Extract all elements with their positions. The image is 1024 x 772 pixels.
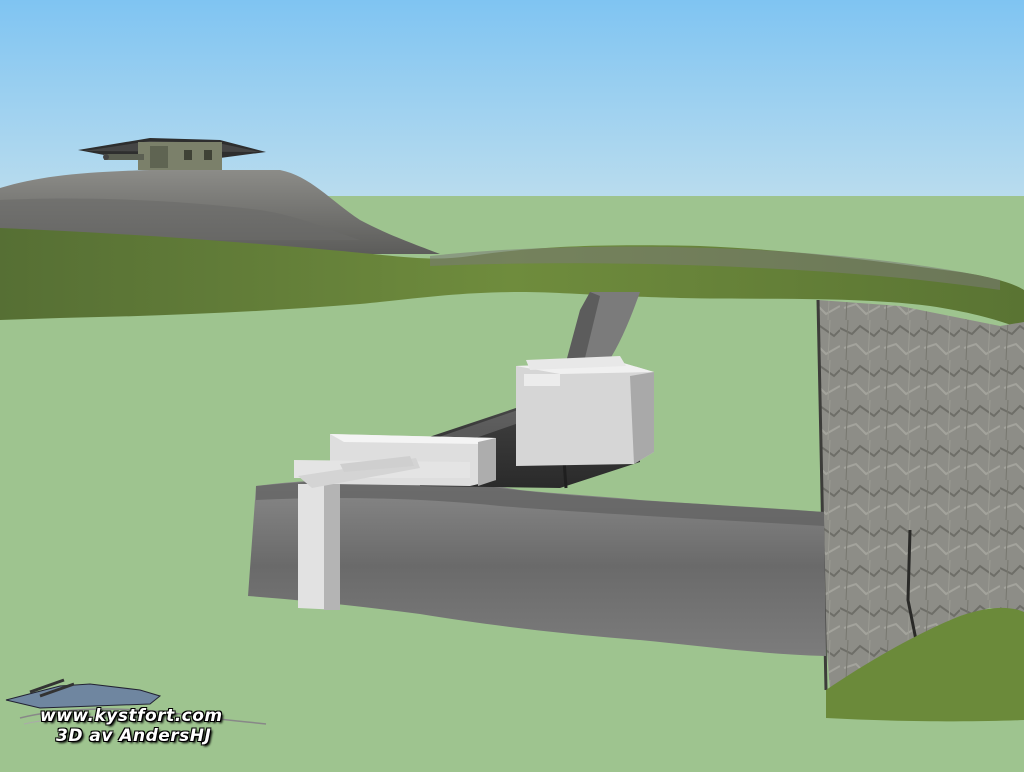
concrete-collar-upper — [516, 356, 654, 466]
watermark-credit: 3D av AndersHJ — [56, 726, 211, 746]
watermark-url: www.kystfort.com — [40, 706, 223, 726]
coastal-fort-3d-scene — [0, 0, 1024, 768]
watermark: www.kystfort.com 3D av AndersHJ — [0, 678, 280, 768]
